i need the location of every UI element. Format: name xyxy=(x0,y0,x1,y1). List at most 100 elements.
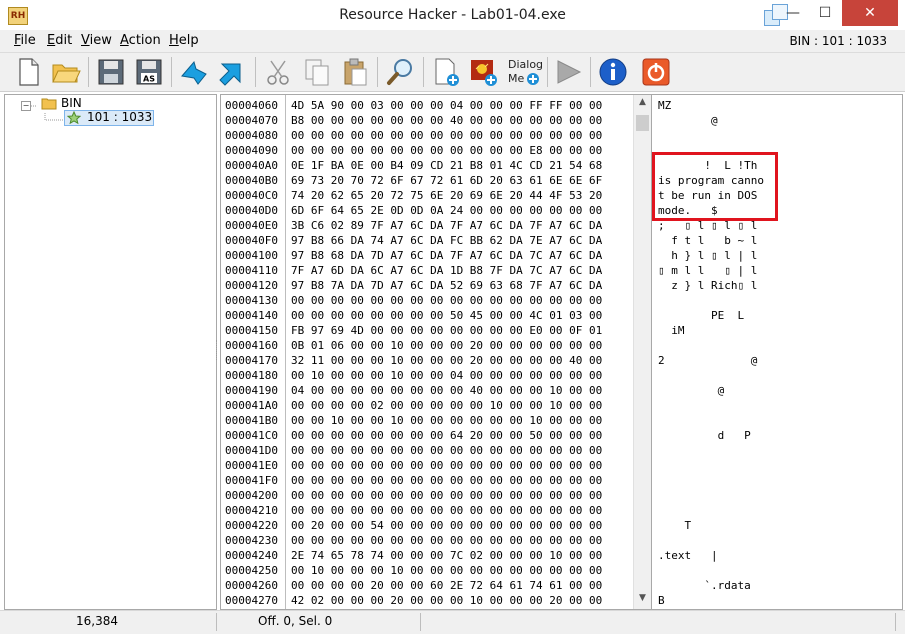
hex-editor[interactable]: 00004060 00004070 00004080 00004090 000040A0… xyxy=(220,94,652,610)
hex-row[interactable]: 00 00 00 00 00 00 00 00 50 45 00 00 4C 0… xyxy=(291,308,602,323)
hex-row[interactable]: 97 B8 66 DA 74 A7 6C DA FC BB 62 DA 7E A… xyxy=(291,233,602,248)
hex-row[interactable]: 04 00 00 00 00 00 00 00 00 40 00 00 00 1… xyxy=(291,383,602,398)
title-bar: RH Resource Hacker - Lab01-04.exe — ☐ ✕ xyxy=(0,0,905,30)
hex-row[interactable]: 0E 1F BA 0E 00 B4 09 CD 21 B8 01 4C CD 2… xyxy=(291,158,602,173)
ascii-row[interactable]: T xyxy=(658,518,691,533)
hex-address: 00004110 xyxy=(225,264,278,277)
menu-action[interactable]: Action xyxy=(120,33,161,48)
scroll-up-icon[interactable]: ▲ xyxy=(634,97,651,111)
hex-row[interactable]: 00 00 00 00 00 00 00 00 00 00 00 00 00 0… xyxy=(291,128,602,143)
hex-row[interactable]: 00 00 00 00 00 00 00 00 00 00 00 00 00 0… xyxy=(291,443,602,458)
ascii-row[interactable]: z } l Rich▯ l xyxy=(658,278,757,293)
tree-node-bin[interactable]: BIN xyxy=(61,96,82,110)
cut-icon[interactable] xyxy=(263,56,295,88)
dialog-menu-icon[interactable]: DialogMe xyxy=(506,56,542,88)
ascii-row[interactable]: d P xyxy=(658,428,751,443)
resource-tree[interactable]: − BIN 101 : 1033 xyxy=(4,94,217,610)
address-column: 00004060 00004070 00004080 00004090 000040A0… xyxy=(221,95,286,609)
ascii-row[interactable]: ▯ m l l ▯ | l xyxy=(658,263,757,278)
hex-row[interactable]: 6D 6F 64 65 2E 0D 0D 0A 24 00 00 00 00 0… xyxy=(291,203,602,218)
save-icon[interactable] xyxy=(95,56,127,88)
minimize-button[interactable]: — xyxy=(778,0,808,26)
copy-icon[interactable] xyxy=(301,56,333,88)
open-folder-icon[interactable] xyxy=(50,56,82,88)
vertical-scrollbar[interactable]: ▲ ▼ xyxy=(633,95,651,609)
ascii-row[interactable]: PE L xyxy=(658,308,744,323)
menu-edit[interactable]: Edit xyxy=(47,33,72,48)
ascii-row[interactable]: .text | xyxy=(658,548,718,563)
hex-row[interactable]: B8 00 00 00 00 00 00 00 40 00 00 00 00 0… xyxy=(291,113,602,128)
menu-file[interactable]: File xyxy=(14,33,36,48)
ascii-row[interactable]: MZ xyxy=(658,98,671,113)
search-icon[interactable] xyxy=(384,56,416,88)
hex-row[interactable]: 00 00 00 00 00 00 00 00 00 00 00 00 00 0… xyxy=(291,488,602,503)
hex-row[interactable]: 3B C6 02 89 7F A7 6C DA 7F A7 6C DA 7F A… xyxy=(291,218,602,233)
maximize-button[interactable]: ☐ xyxy=(810,0,840,26)
hex-row[interactable]: 7F A7 6D DA 6C A7 6C DA 1D B8 7F DA 7C A… xyxy=(291,263,602,278)
hex-row[interactable]: 00 00 00 00 20 00 00 60 2E 72 64 61 74 6… xyxy=(291,578,602,593)
power-icon[interactable] xyxy=(640,56,672,88)
hex-row[interactable]: 00 00 00 00 00 00 00 00 00 00 00 00 00 0… xyxy=(291,293,602,308)
hex-row[interactable]: 00 00 00 00 00 00 00 00 00 00 00 00 00 0… xyxy=(291,533,602,548)
hex-address: 00004090 xyxy=(225,144,278,157)
paste-icon[interactable] xyxy=(339,56,371,88)
hex-row[interactable]: 97 B8 68 DA 7D A7 6C DA 7F A7 6C DA 7C A… xyxy=(291,248,602,263)
play-icon[interactable] xyxy=(552,56,584,88)
ascii-row[interactable]: `.rdata xyxy=(658,578,750,593)
ascii-row[interactable]: 2 @ xyxy=(658,353,757,368)
hex-row[interactable]: 4D 5A 90 00 03 00 00 00 04 00 00 00 FF F… xyxy=(291,98,602,113)
ascii-row[interactable]: h } l ▯ l | l xyxy=(658,248,757,263)
ascii-row[interactable]: f t l b ~ l xyxy=(658,233,757,248)
menu-bar: File Edit View Action Help BIN : 101 : 1… xyxy=(0,30,905,53)
menu-view[interactable]: View xyxy=(81,33,112,48)
hex-bytes-column[interactable]: 4D 5A 90 00 03 00 00 00 04 00 00 00 FF F… xyxy=(287,95,633,609)
hex-row[interactable]: 32 11 00 00 00 10 00 00 00 20 00 00 00 0… xyxy=(291,353,602,368)
hex-address: 00004150 xyxy=(225,324,278,337)
hex-row[interactable]: 00 00 00 00 00 00 00 00 00 00 00 00 00 0… xyxy=(291,473,602,488)
new-file-icon[interactable] xyxy=(12,56,44,88)
hex-row[interactable]: FB 97 69 4D 00 00 00 00 00 00 00 00 E0 0… xyxy=(291,323,602,338)
hex-row[interactable]: 74 20 62 65 20 72 75 6E 20 69 6E 20 44 4… xyxy=(291,188,602,203)
folder-icon xyxy=(41,98,57,110)
hex-address: 00004180 xyxy=(225,369,278,382)
hex-address: 00004190 xyxy=(225,384,278,397)
hex-row[interactable]: 00 00 00 00 00 00 00 00 00 00 00 00 00 0… xyxy=(291,503,602,518)
resource-indicator: BIN : 101 : 1033 xyxy=(789,34,887,48)
info-icon[interactable] xyxy=(597,56,629,88)
add-image-icon[interactable] xyxy=(468,56,500,88)
scroll-thumb[interactable] xyxy=(636,115,649,131)
hex-row[interactable]: 69 73 20 70 72 6F 67 72 61 6D 20 63 61 6… xyxy=(291,173,602,188)
hex-address: 000041C0 xyxy=(225,429,278,442)
forward-arrow-icon[interactable] xyxy=(216,56,248,88)
tree-expander[interactable]: − xyxy=(21,101,31,111)
back-arrow-icon[interactable] xyxy=(178,56,210,88)
ascii-row[interactable]: B xyxy=(658,593,665,608)
ascii-row[interactable]: iM xyxy=(658,323,684,338)
hex-address: 000041E0 xyxy=(225,459,278,472)
hex-row[interactable]: 00 10 00 00 00 10 00 00 00 00 00 00 00 0… xyxy=(291,563,602,578)
hex-row[interactable]: 42 02 00 00 00 20 00 00 00 10 00 00 00 2… xyxy=(291,593,602,608)
ascii-row[interactable]: @ xyxy=(658,383,725,398)
hex-row[interactable]: 00 00 00 00 00 00 00 00 64 20 00 00 50 0… xyxy=(291,428,602,443)
tree-node-selected[interactable]: 101 : 1033 xyxy=(64,110,154,126)
scroll-down-icon[interactable]: ▼ xyxy=(634,593,651,607)
hex-row[interactable]: 97 B8 7A DA 7D A7 6C DA 52 69 63 68 7F A… xyxy=(291,278,602,293)
hex-address: 00004100 xyxy=(225,249,278,262)
hex-row[interactable]: 00 00 00 00 00 00 00 00 00 00 00 00 E8 0… xyxy=(291,143,602,158)
dialog-menu-label-top: Dialog xyxy=(508,58,542,71)
hex-row[interactable]: 00 10 00 00 00 10 00 00 04 00 00 00 00 0… xyxy=(291,368,602,383)
close-button[interactable]: ✕ xyxy=(842,0,898,26)
hex-address: 00004230 xyxy=(225,534,278,547)
hex-address: 00004210 xyxy=(225,504,278,517)
ascii-row[interactable]: @ xyxy=(658,113,718,128)
add-resource-icon[interactable] xyxy=(430,56,462,88)
menu-help[interactable]: Help xyxy=(169,33,199,48)
hex-row[interactable]: 00 00 00 00 02 00 00 00 00 00 10 00 00 1… xyxy=(291,398,602,413)
hex-row[interactable]: 00 00 10 00 00 10 00 00 00 00 00 00 10 0… xyxy=(291,413,602,428)
save-as-icon[interactable]: AS xyxy=(133,56,165,88)
hex-row[interactable]: 0B 01 06 00 00 10 00 00 00 20 00 00 00 0… xyxy=(291,338,602,353)
hex-address: 000040C0 xyxy=(225,189,278,202)
hex-row[interactable]: 00 00 00 00 00 00 00 00 00 00 00 00 00 0… xyxy=(291,458,602,473)
hex-row[interactable]: 00 20 00 00 54 00 00 00 00 00 00 00 00 0… xyxy=(291,518,602,533)
hex-row[interactable]: 2E 74 65 78 74 00 00 00 7C 02 00 00 00 1… xyxy=(291,548,602,563)
